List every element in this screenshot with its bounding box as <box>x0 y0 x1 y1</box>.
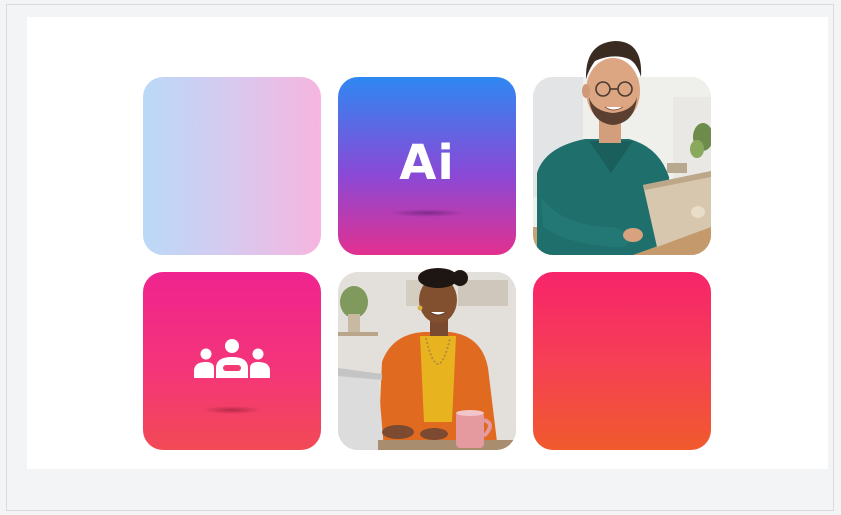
logo-shadow <box>389 209 465 217</box>
man-laptop-photo <box>533 41 711 255</box>
ai-logo-icon: Ai <box>399 135 455 191</box>
orange-gradient-tile <box>533 272 711 450</box>
people-group-icon <box>194 339 270 378</box>
icon-shadow <box>202 406 262 414</box>
content-panel: Ai <box>27 17 828 469</box>
woman-laptop-photo <box>338 268 516 450</box>
pastel-gradient-tile <box>143 77 321 255</box>
people-icon-tile <box>143 272 321 450</box>
screenshot-frame: Ai <box>6 4 834 511</box>
woman-laptop-photo-tile <box>338 268 516 450</box>
ai-logo-tile: Ai <box>338 77 516 255</box>
man-laptop-photo-tile <box>533 41 711 255</box>
